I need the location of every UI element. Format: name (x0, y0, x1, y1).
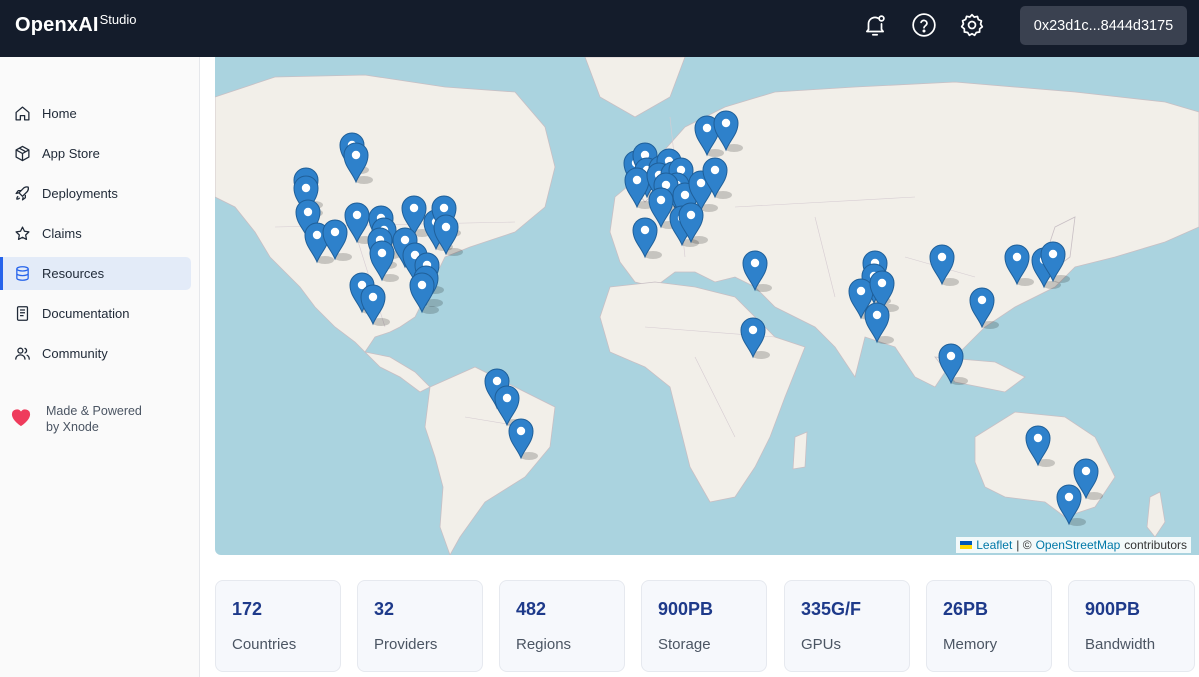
map-marker[interactable] (508, 418, 538, 460)
home-icon (15, 106, 30, 121)
stat-card-gpus: 335G/F GPUs (784, 580, 910, 672)
sidebar-item-community[interactable]: Community (0, 337, 191, 370)
book-icon (16, 306, 29, 321)
stat-card-storage: 900PB Storage (641, 580, 767, 672)
map-marker[interactable] (929, 244, 959, 286)
database-icon (16, 266, 29, 281)
map-marker[interactable] (938, 343, 968, 385)
map-marker[interactable] (343, 142, 373, 184)
settings-icon[interactable] (959, 12, 985, 38)
stat-label: Bandwidth (1085, 636, 1156, 653)
map-marker[interactable] (740, 317, 770, 359)
brand-sub: Studio (99, 12, 137, 27)
sidebar: Home App Store Deployments Claims Resour… (0, 57, 200, 677)
stat-value: 900PB (1085, 599, 1141, 619)
sidebar-item-label: Community (42, 346, 108, 361)
resource-map[interactable]: Leaflet | © OpenStreetMap contributors (215, 57, 1199, 555)
sidebar-item-label: Claims (42, 226, 82, 241)
stat-label: Regions (516, 636, 572, 653)
osm-link[interactable]: OpenStreetMap (1036, 538, 1121, 552)
brand-name: OpenxAI (15, 14, 99, 36)
stat-card-bandwidth: 900PB Bandwidth (1068, 580, 1195, 672)
map-marker[interactable] (969, 287, 999, 329)
powered-by[interactable]: Made & Powered by Xnode (10, 403, 156, 435)
powered-text: Made & Powered by Xnode (46, 404, 142, 434)
heart-icon (11, 409, 31, 427)
ukraine-flag-icon (960, 541, 973, 549)
sidebar-item-label: Documentation (42, 306, 130, 321)
box-icon (15, 145, 30, 162)
stat-card-countries: 172 Countries (215, 580, 341, 672)
stat-label: Countries (232, 636, 297, 653)
sidebar-item-claims[interactable]: Claims (0, 217, 191, 250)
stat-value: 900PB (658, 599, 714, 619)
stat-value: 335G/F (801, 599, 862, 619)
stat-card-providers: 32 Providers (357, 580, 483, 672)
stat-card-memory: 26PB Memory (926, 580, 1052, 672)
star-icon (15, 226, 30, 241)
attribution-tail: contributors (1124, 538, 1187, 552)
sidebar-item-label: Home (42, 106, 77, 121)
map-marker[interactable] (1056, 484, 1086, 526)
map-marker[interactable] (1004, 244, 1034, 286)
sidebar-item-documentation[interactable]: Documentation (0, 297, 191, 330)
sidebar-item-label: Deployments (42, 186, 118, 201)
users-icon (15, 347, 30, 360)
stat-value: 26PB (943, 599, 989, 619)
stat-label: Memory (943, 636, 998, 653)
help-icon[interactable] (911, 12, 937, 38)
bell-icon[interactable] (862, 12, 888, 38)
attribution-separator: | © (1016, 538, 1032, 552)
stat-value: 172 (232, 599, 263, 619)
sidebar-item-label: App Store (42, 146, 100, 161)
map-marker[interactable] (360, 284, 390, 326)
rocket-icon (15, 186, 29, 201)
wallet-button[interactable]: 0x23d1c...8444d3175 (1020, 6, 1187, 45)
stat-card-regions: 482 Regions (499, 580, 625, 672)
stat-label: GPUs (801, 636, 842, 653)
stat-label: Providers (374, 636, 438, 653)
sidebar-item-label: Resources (42, 266, 105, 281)
sidebar-item-app-store[interactable]: App Store (0, 137, 191, 170)
map-marker[interactable] (1025, 425, 1055, 467)
sidebar-item-deployments[interactable]: Deployments (0, 177, 191, 210)
stat-value: 32 (374, 599, 395, 619)
map-marker[interactable] (742, 250, 772, 292)
leaflet-link[interactable]: Leaflet (976, 538, 1012, 552)
sidebar-item-home[interactable]: Home (0, 97, 191, 130)
marker-layer (293, 110, 1103, 526)
map-marker[interactable] (632, 217, 662, 259)
brand-logo[interactable]: OpenxAI Studio (15, 12, 137, 37)
sidebar-item-resources[interactable]: Resources (0, 257, 191, 290)
top-bar: OpenxAI Studio 0x23d1c...8444d3175 (0, 0, 1199, 57)
map-marker[interactable] (713, 110, 743, 152)
map-attribution: Leaflet | © OpenStreetMap contributors (956, 537, 1191, 553)
stat-label: Storage (658, 636, 711, 653)
stat-value: 482 (516, 599, 547, 619)
